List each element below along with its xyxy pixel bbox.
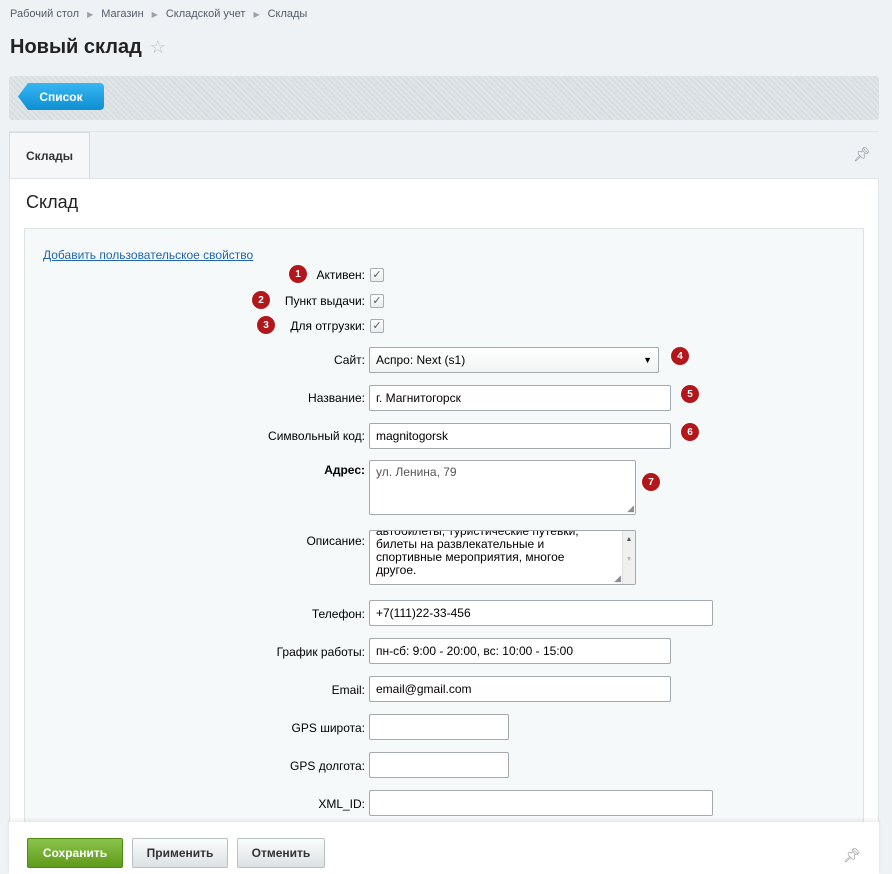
list-button[interactable]: Список bbox=[18, 83, 104, 110]
breadcrumb-item-inventory[interactable]: Складской учет bbox=[166, 8, 246, 20]
row-name: Название: 5 bbox=[25, 384, 865, 412]
form-panel: Склад Добавить пользовательское свойство… bbox=[9, 178, 879, 839]
chevron-down-icon: ▼ bbox=[643, 355, 652, 365]
gps-lon-label: GPS долгота: bbox=[290, 759, 365, 773]
row-gps-lat: GPS широта: bbox=[25, 714, 865, 742]
row-pickup: 2 Пункт выдачи: ✓ bbox=[25, 291, 865, 311]
scroll-down-icon[interactable]: ▼ bbox=[623, 553, 635, 566]
row-shipping: 3 Для отгрузки: ✓ bbox=[25, 316, 865, 336]
breadcrumb: Рабочий стол ▶ Магазин ▶ Складской учет … bbox=[10, 8, 307, 20]
description-label: Описание: bbox=[306, 534, 365, 548]
breadcrumb-separator-icon: ▶ bbox=[87, 9, 94, 19]
name-input[interactable] bbox=[369, 385, 671, 411]
site-select[interactable]: Аспро: Next (s1) ▼ bbox=[369, 347, 659, 373]
breadcrumb-item-warehouses[interactable]: Склады bbox=[268, 8, 308, 20]
active-checkbox[interactable]: ✓ bbox=[370, 268, 384, 282]
description-scrollbar[interactable]: ▲ ▼ bbox=[622, 531, 635, 584]
page-title-wrap: Новый склад ☆ bbox=[10, 36, 166, 59]
description-line: другое. bbox=[376, 563, 417, 577]
address-textarea[interactable]: ул. Ленина, 79 ◢ bbox=[369, 460, 636, 515]
add-property-link[interactable]: Добавить пользовательское свойство bbox=[43, 248, 253, 262]
save-button[interactable]: Сохранить bbox=[27, 838, 123, 868]
shipping-label: Для отгрузки: bbox=[290, 319, 365, 333]
gps-lat-label: GPS широта: bbox=[291, 721, 365, 735]
schedule-input[interactable] bbox=[369, 638, 671, 664]
row-phone: Телефон: bbox=[25, 600, 865, 628]
code-label: Символьный код: bbox=[268, 429, 365, 443]
site-select-value: Аспро: Next (s1) bbox=[376, 353, 466, 367]
row-description: Описание: автобилеты, туристические путе… bbox=[25, 530, 865, 586]
step-badge: 2 bbox=[252, 291, 270, 309]
email-label: Email: bbox=[331, 683, 365, 697]
star-icon[interactable]: ☆ bbox=[150, 37, 166, 58]
tabs-bar: Склады 📌︎ bbox=[9, 131, 879, 179]
form-area: Добавить пользовательское свойство 1 Акт… bbox=[24, 228, 864, 839]
row-xml-id: XML_ID: bbox=[25, 790, 865, 818]
breadcrumb-item-shop[interactable]: Магазин bbox=[101, 8, 143, 20]
phone-input[interactable] bbox=[369, 600, 713, 626]
step-badge: 4 bbox=[671, 347, 689, 365]
row-active: 1 Активен: ✓ bbox=[25, 265, 865, 285]
breadcrumb-item-desktop[interactable]: Рабочий стол bbox=[10, 8, 79, 20]
resize-grip-icon[interactable]: ◢ bbox=[627, 504, 634, 513]
row-gps-lon: GPS долгота: bbox=[25, 752, 865, 780]
step-badge: 7 bbox=[642, 473, 660, 491]
description-text: автобилеты, туристические путевки, билет… bbox=[376, 531, 619, 577]
step-badge: 5 bbox=[681, 385, 699, 403]
shipping-checkbox[interactable]: ✓ bbox=[370, 319, 384, 333]
pin-icon[interactable]: 📌︎ bbox=[843, 847, 861, 864]
tab-warehouses[interactable]: Склады bbox=[9, 132, 90, 179]
resize-grip-icon[interactable]: ◢ bbox=[614, 574, 621, 583]
phone-label: Телефон: bbox=[311, 607, 365, 621]
breadcrumb-separator-icon: ▶ bbox=[253, 9, 260, 19]
pickup-label: Пункт выдачи: bbox=[284, 294, 365, 308]
step-badge: 1 bbox=[289, 265, 307, 283]
breadcrumb-separator-icon: ▶ bbox=[151, 9, 158, 19]
step-badge: 3 bbox=[257, 316, 275, 334]
row-schedule: График работы: bbox=[25, 638, 865, 666]
row-site: Сайт: Аспро: Next (s1) ▼ 4 bbox=[25, 346, 865, 374]
address-value: ул. Ленина, 79 bbox=[376, 465, 457, 479]
page-title: Новый склад bbox=[10, 36, 142, 58]
pin-icon[interactable]: 📌︎ bbox=[853, 146, 871, 163]
apply-button[interactable]: Применить bbox=[132, 838, 228, 868]
code-input[interactable] bbox=[369, 423, 671, 449]
pickup-checkbox[interactable]: ✓ bbox=[370, 294, 384, 308]
active-label: Активен: bbox=[316, 268, 365, 282]
step-badge: 6 bbox=[681, 423, 699, 441]
row-email: Email: bbox=[25, 676, 865, 704]
xml-id-input[interactable] bbox=[369, 790, 713, 816]
email-input[interactable] bbox=[369, 676, 671, 702]
schedule-label: График работы: bbox=[276, 645, 365, 659]
footer-bar: Сохранить Применить Отменить 📌︎ bbox=[9, 822, 879, 874]
row-code: Символьный код: 6 bbox=[25, 422, 865, 450]
gps-lat-input[interactable] bbox=[369, 714, 509, 740]
gps-lon-input[interactable] bbox=[369, 752, 509, 778]
panel-title: Склад bbox=[26, 192, 79, 212]
scroll-up-icon[interactable]: ▲ bbox=[623, 533, 635, 546]
cancel-button[interactable]: Отменить bbox=[237, 838, 325, 868]
name-label: Название: bbox=[308, 391, 365, 405]
address-label: Адрес: bbox=[324, 463, 365, 477]
toolbar: Список bbox=[9, 76, 879, 120]
description-textarea[interactable]: автобилеты, туристические путевки, билет… bbox=[369, 530, 636, 585]
xml-id-label: XML_ID: bbox=[318, 797, 365, 811]
site-label: Сайт: bbox=[333, 353, 365, 367]
row-address: Адрес: ул. Ленина, 79 ◢ 7 bbox=[25, 460, 865, 516]
